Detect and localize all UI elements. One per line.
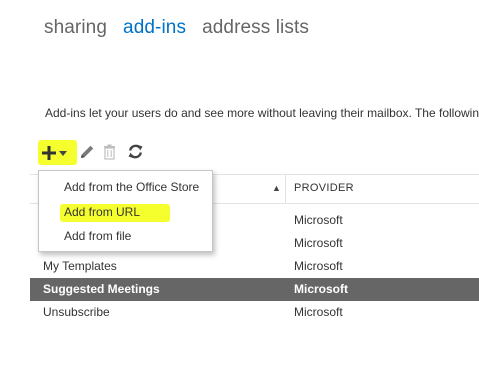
add-menu-button[interactable] <box>59 151 67 156</box>
pencil-icon <box>81 145 94 158</box>
row-name: Unsubscribe <box>43 305 110 319</box>
caret-down-icon <box>59 151 67 156</box>
add-dropdown-menu: Add from the Office Store Add from URL A… <box>38 170 213 252</box>
tab-address-lists[interactable]: address lists <box>202 17 309 39</box>
sort-ascending-icon[interactable]: ▲ <box>272 183 281 193</box>
row-provider: Microsoft <box>294 305 343 319</box>
toolbar <box>38 140 158 166</box>
row-provider: Microsoft <box>294 282 348 296</box>
row-provider: Microsoft <box>294 236 343 250</box>
tab-add-ins[interactable]: add-ins <box>123 17 186 39</box>
menu-item-add-from-url[interactable]: Add from URL <box>64 205 140 219</box>
edit-button[interactable] <box>78 143 96 161</box>
column-header-provider[interactable]: PROVIDER <box>294 182 354 194</box>
row-provider: Microsoft <box>294 259 343 273</box>
table-row[interactable]: My Templates Microsoft <box>30 255 479 278</box>
table-row-selected[interactable]: Suggested Meetings Microsoft <box>30 278 479 301</box>
menu-item-add-from-office-store[interactable]: Add from the Office Store <box>64 180 199 194</box>
refresh-icon <box>128 144 143 159</box>
tab-bar: sharing add-ins address lists <box>44 17 309 39</box>
tab-sharing[interactable]: sharing <box>44 17 107 39</box>
row-name: Suggested Meetings <box>43 282 160 296</box>
refresh-button[interactable] <box>127 143 144 160</box>
row-provider: Microsoft <box>294 213 343 227</box>
menu-item-add-from-file[interactable]: Add from file <box>64 229 131 243</box>
delete-button[interactable] <box>102 144 117 160</box>
add-button[interactable] <box>40 144 58 162</box>
trash-icon <box>104 144 115 160</box>
column-divider <box>285 175 286 203</box>
add-ins-description: Add-ins let your users do and see more w… <box>45 106 479 120</box>
row-name: My Templates <box>43 259 117 273</box>
table-row[interactable]: Unsubscribe Microsoft <box>30 301 479 324</box>
plus-icon <box>42 146 56 160</box>
